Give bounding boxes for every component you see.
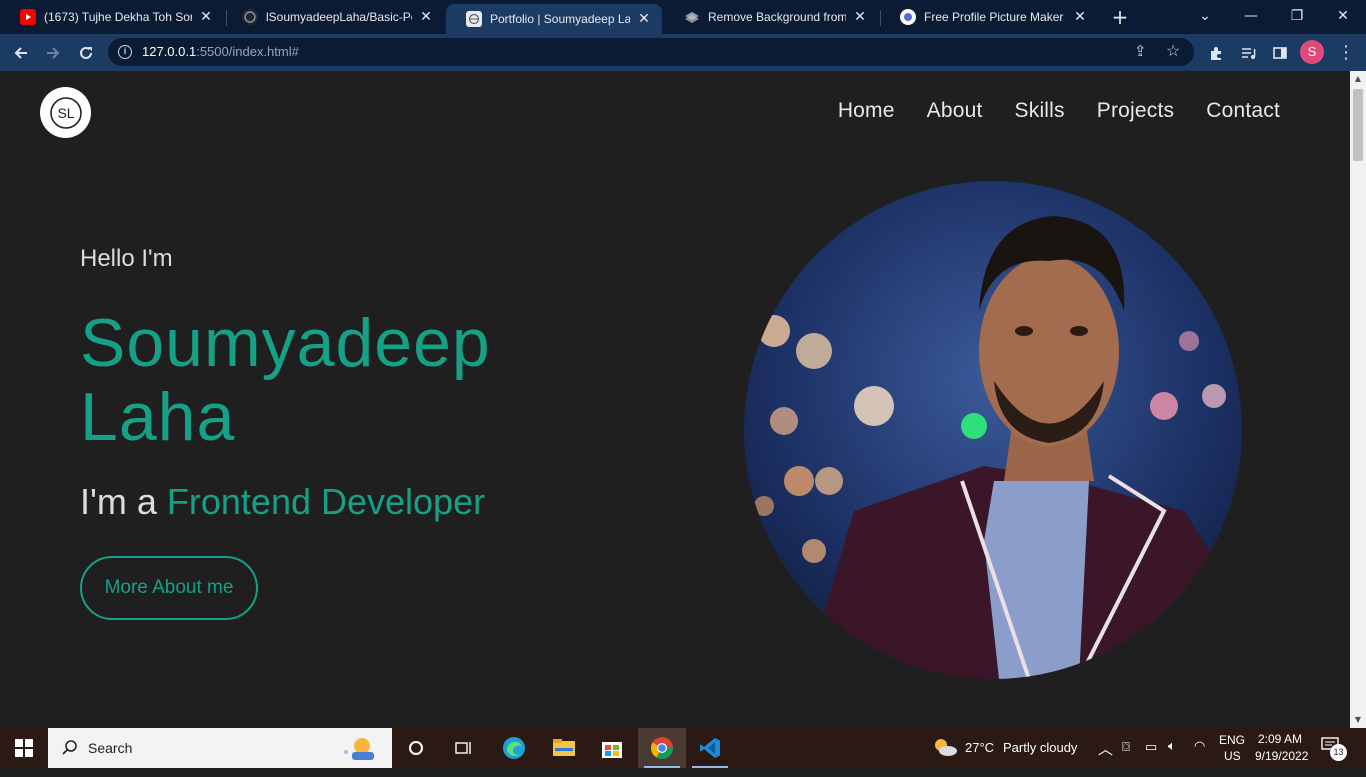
site-info-icon[interactable]: i <box>118 45 132 59</box>
vscode-icon[interactable] <box>686 728 734 768</box>
share-icon[interactable]: ⇪ <box>1134 38 1147 66</box>
forward-button[interactable] <box>40 40 66 66</box>
address-bar[interactable]: i 127.0.0.1:5500/index.html# ⇪ ☆ <box>108 38 1194 66</box>
tab-title: Free Profile Picture Maker - P <box>924 10 1066 24</box>
task-view-icon[interactable] <box>440 728 488 768</box>
wifi-icon[interactable]: ◠ <box>1194 738 1205 754</box>
nav-contact[interactable]: Contact <box>1206 99 1280 123</box>
portfolio-page: SL Home About Skills Projects Contact He… <box>0 71 1350 728</box>
site-logo[interactable]: SL <box>40 87 91 138</box>
language-indicator-top[interactable]: ENG <box>1219 733 1245 747</box>
tab-search-icon[interactable]: ⌄ <box>1182 0 1228 34</box>
windows-taskbar: Search 27°C Partly cloudy ︿ ⌼ ▭ 🔈︎ ◠ ENG… <box>0 728 1366 768</box>
search-icon <box>62 740 77 755</box>
github-icon <box>242 9 258 25</box>
restore-button[interactable]: ❐ <box>1274 0 1320 34</box>
menu-kebab-icon[interactable]: ⋮ <box>1333 40 1359 66</box>
scroll-thumb[interactable] <box>1353 89 1363 161</box>
pfp-maker-icon <box>900 9 916 25</box>
tab-title: Remove Background from Im <box>708 10 846 24</box>
tab-title: Portfolio | Soumyadeep Laha <box>490 12 630 26</box>
tab-pfp-maker[interactable]: Free Profile Picture Maker - P ✕ <box>880 0 1098 34</box>
search-placeholder: Search <box>88 740 133 756</box>
close-tab-icon[interactable]: ✕ <box>852 9 868 25</box>
back-button[interactable] <box>8 40 34 66</box>
close-tab-icon[interactable]: ✕ <box>198 9 214 25</box>
start-button[interactable] <box>0 728 48 768</box>
clock-date[interactable]: 9/19/2022 <box>1255 749 1308 763</box>
youtube-icon <box>20 9 36 25</box>
new-tab-button[interactable]: + <box>1108 5 1132 29</box>
more-about-me-button[interactable]: More About me <box>80 556 258 620</box>
nav-skills[interactable]: Skills <box>1015 99 1065 123</box>
clock-time[interactable]: 2:09 AM <box>1258 732 1302 746</box>
taskbar-search-input[interactable]: Search <box>48 728 392 768</box>
windows-logo-icon <box>15 739 33 757</box>
chrome-taskbar-icon[interactable] <box>638 728 686 768</box>
tab-title: lSoumyadeepLaha/Basic-Port <box>266 10 412 24</box>
reload-button[interactable] <box>73 40 99 66</box>
nav-home[interactable]: Home <box>838 99 895 123</box>
cortana-icon[interactable] <box>392 728 440 768</box>
search-highlight-icon <box>338 734 378 762</box>
notifications-button[interactable]: 13 <box>1320 736 1348 762</box>
scroll-up-arrow-icon[interactable]: ▲ <box>1350 71 1366 87</box>
tab-title: (1673) Tujhe Dekha Toh Song <box>44 10 192 24</box>
close-window-button[interactable]: ✕ <box>1320 0 1366 34</box>
side-panel-icon[interactable] <box>1267 40 1293 66</box>
role-prefix: I'm a <box>80 481 157 522</box>
scroll-down-arrow-icon[interactable]: ▼ <box>1350 712 1366 728</box>
bookmark-star-icon[interactable]: ☆ <box>1166 38 1180 66</box>
close-tab-icon[interactable]: ✕ <box>636 11 652 27</box>
weather-temp: 27°C <box>965 740 995 755</box>
weather-desc: Partly cloudy <box>1003 740 1078 755</box>
close-tab-icon[interactable]: ✕ <box>418 9 434 25</box>
tab-youtube[interactable]: (1673) Tujhe Dekha Toh Song ✕ <box>0 0 224 34</box>
tab-github[interactable]: lSoumyadeepLaha/Basic-Port ✕ <box>222 0 444 34</box>
profile-avatar[interactable]: S <box>1300 40 1324 64</box>
close-tab-icon[interactable]: ✕ <box>1072 9 1088 25</box>
logo-text: SL <box>57 105 74 121</box>
hero-greeting: Hello I'm <box>80 245 173 272</box>
partly-cloudy-icon <box>935 739 957 756</box>
tab-portfolio[interactable]: Portfolio | Soumyadeep Laha ✕ <box>446 4 662 34</box>
media-control-icon[interactable] <box>1235 40 1261 66</box>
file-explorer-icon[interactable] <box>540 728 588 768</box>
nav-projects[interactable]: Projects <box>1097 99 1174 123</box>
notification-count-badge: 13 <box>1330 744 1347 761</box>
language-indicator-bottom[interactable]: US <box>1224 749 1241 763</box>
camera-icon[interactable]: ⌼ <box>1122 739 1130 755</box>
browser-tab-strip: (1673) Tujhe Dekha Toh Song ✕ lSoumyadee… <box>0 0 1366 34</box>
removebg-icon <box>684 9 700 25</box>
volume-icon[interactable]: 🔈︎ <box>1168 738 1176 754</box>
globe-icon <box>466 11 482 27</box>
weather-widget[interactable]: 27°C Partly cloudy <box>930 728 1090 768</box>
show-hidden-icons-chevron-icon[interactable]: ︿ <box>1098 738 1113 759</box>
url-host: 127.0.0.1 <box>142 44 197 59</box>
hero-name: Soumyadeep Laha <box>80 305 491 455</box>
edge-icon[interactable] <box>490 728 538 768</box>
page-scrollbar[interactable]: ▲ ▼ <box>1350 71 1366 728</box>
profile-photo <box>744 181 1242 679</box>
hero-role: I'm a Frontend Developer <box>80 481 485 523</box>
minimize-button[interactable]: — <box>1228 0 1274 34</box>
browser-toolbar: i 127.0.0.1:5500/index.html# ⇪ ☆ ⋮ <box>0 34 1366 71</box>
nav-about[interactable]: About <box>927 99 983 123</box>
extensions-icon[interactable] <box>1203 40 1229 66</box>
main-nav: Home About Skills Projects Contact <box>838 99 1280 123</box>
url-path: :5500/index.html# <box>196 44 299 59</box>
role-accent: Frontend Developer <box>166 481 486 522</box>
tab-removebg[interactable]: Remove Background from Im ✕ <box>664 0 878 34</box>
logo-mark-icon: SL <box>49 96 82 129</box>
battery-icon[interactable]: ▭ <box>1145 739 1157 755</box>
microsoft-store-icon[interactable] <box>588 728 636 768</box>
